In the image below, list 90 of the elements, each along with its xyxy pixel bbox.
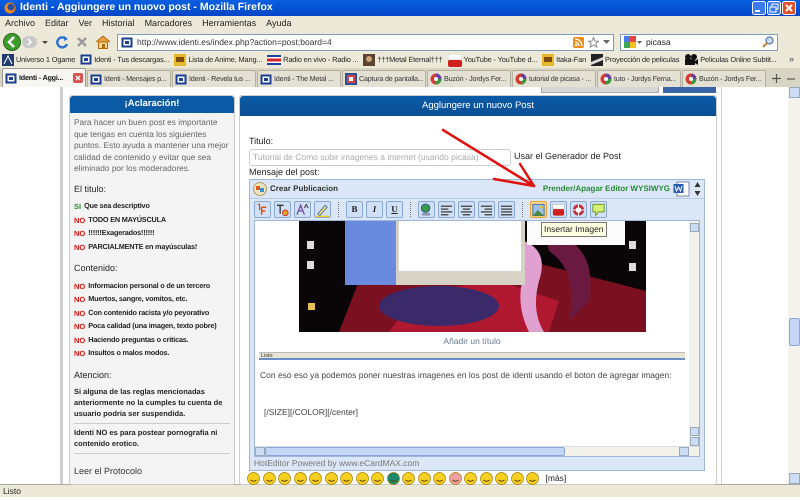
word-document-icon[interactable] (673, 181, 691, 197)
smiley-icon[interactable] (480, 472, 492, 485)
star-icon[interactable] (588, 36, 599, 48)
smiley-icon[interactable] (433, 472, 446, 485)
smiley-icon[interactable] (418, 472, 430, 485)
photo-icon (363, 54, 376, 66)
site-icon (542, 54, 554, 66)
smiley-icon[interactable] (402, 472, 415, 485)
search-engine-icon[interactable] (624, 36, 642, 48)
page-scrollbar[interactable] (788, 87, 800, 484)
smiley-icon[interactable] (371, 472, 384, 485)
resize-arrows-icon[interactable] (694, 181, 701, 197)
smiley-icon[interactable] (262, 472, 276, 485)
editor-logo-icon (253, 182, 267, 196)
body-text: [/SIZE][/COLOR][/center] (263, 406, 359, 417)
close-icon[interactable] (782, 1, 796, 15)
italic-button[interactable]: I (366, 201, 383, 218)
new-tab-icon[interactable] (772, 74, 781, 83)
address-field[interactable]: http://www.identi.es/index.php?action=post;board=4 (117, 34, 614, 50)
menu-item[interactable]: Herramientas (202, 17, 256, 31)
pinwheel-icon (430, 73, 442, 85)
body-text: Con eso eso ya podemos poner nuestras imagenes en los post de identi usando el boton de agregar imagen: (260, 370, 673, 380)
back-forward-icon[interactable] (3, 33, 49, 51)
menu-item[interactable]: Ayuda (266, 17, 292, 31)
more-smileys-link[interactable]: [más] (546, 472, 566, 485)
smiley-icon[interactable] (386, 472, 400, 485)
image-caption: Añadir un título (442, 335, 502, 348)
smiley-icon[interactable] (495, 472, 508, 485)
smiley-icon[interactable] (324, 472, 338, 485)
editor-title: Crear Publicacion (270, 183, 340, 195)
restore-icon[interactable] (767, 1, 781, 15)
film-icon (591, 54, 604, 66)
smiley-icon[interactable] (278, 472, 291, 485)
menu-item[interactable]: Editar (45, 17, 69, 31)
underline-button[interactable]: U (386, 201, 403, 218)
smiley-icon[interactable] (356, 472, 368, 485)
dropdown-icon[interactable] (603, 40, 610, 44)
pinwheel-icon (600, 73, 612, 85)
smiley-icon[interactable] (340, 472, 353, 485)
smiley-icon[interactable] (510, 472, 524, 485)
site-icon (90, 74, 102, 84)
pinwheel-icon (685, 73, 697, 85)
site-icon (5, 72, 17, 84)
site-icon (80, 54, 92, 66)
vertical-scrollbar[interactable] (689, 221, 699, 446)
site-icon (121, 36, 133, 48)
generator-link[interactable]: Usar el Generador de Post (514, 150, 622, 164)
site-icon (260, 74, 272, 84)
menu-item[interactable]: Historial (102, 17, 135, 31)
site-icon (345, 73, 357, 85)
search-field[interactable]: picasa (620, 34, 778, 50)
menu-item[interactable]: Marcadores (144, 17, 192, 31)
field-label: Mensaje del post: (249, 166, 320, 179)
site-icon (2, 54, 14, 66)
protocol-link[interactable]: Leer el Protocolo (74, 465, 142, 478)
section-heading: Contenido: (74, 262, 119, 275)
smiley-icon[interactable] (309, 472, 322, 485)
smiley-icon[interactable] (526, 472, 539, 485)
section-heading: El titulo: (74, 182, 108, 196)
minimize-icon[interactable] (752, 1, 766, 15)
browser-logo-icon (4, 2, 16, 14)
tab-list-icon[interactable] (787, 76, 795, 80)
intro-text: Para hacer un buen post es importante que tengas en cuenta los siguientes puntos. Esto ayuda a mantener una mejor calidad de contenido y evitar que sea eliminado por los moderadores. (74, 117, 230, 174)
video-site-icon (448, 54, 462, 66)
panel-header: Agglungere un nuovo Post (240, 96, 716, 116)
smiley-icon[interactable] (247, 472, 260, 485)
site-icon (174, 54, 186, 66)
tooltip: Insertar Imagen (541, 222, 607, 237)
smiley-icon[interactable] (448, 472, 462, 485)
powered-by-text: HotEditor Powered by www.eCardMAX.com (253, 457, 420, 470)
flag-icon (267, 54, 282, 65)
window-title: Identi - Aggiungere un nuovo post - Mozilla Firefox (20, 0, 274, 16)
home-icon[interactable] (95, 35, 111, 49)
panel-header: ¡Aclaración! (70, 96, 234, 113)
reload-icon[interactable] (55, 35, 69, 49)
horizontal-scrollbar[interactable] (255, 446, 699, 456)
bold-button[interactable]: B (346, 201, 363, 218)
movie-camera-icon (684, 54, 698, 66)
menu-item[interactable]: Archivo (5, 17, 36, 31)
smiley-icon[interactable] (464, 472, 477, 485)
site-icon (175, 74, 187, 84)
search-icon[interactable] (762, 36, 774, 48)
close-tab-icon[interactable] (73, 73, 83, 83)
pinwheel-icon (515, 73, 527, 85)
section-heading: Atencion: (74, 368, 113, 382)
smiley-icon[interactable] (294, 472, 306, 485)
more-bookmarks-button[interactable]: » (788, 53, 798, 67)
status-text: Listo (3, 484, 21, 498)
field-label: Titulo: (249, 135, 274, 148)
menu-item[interactable]: Ver (78, 17, 92, 31)
